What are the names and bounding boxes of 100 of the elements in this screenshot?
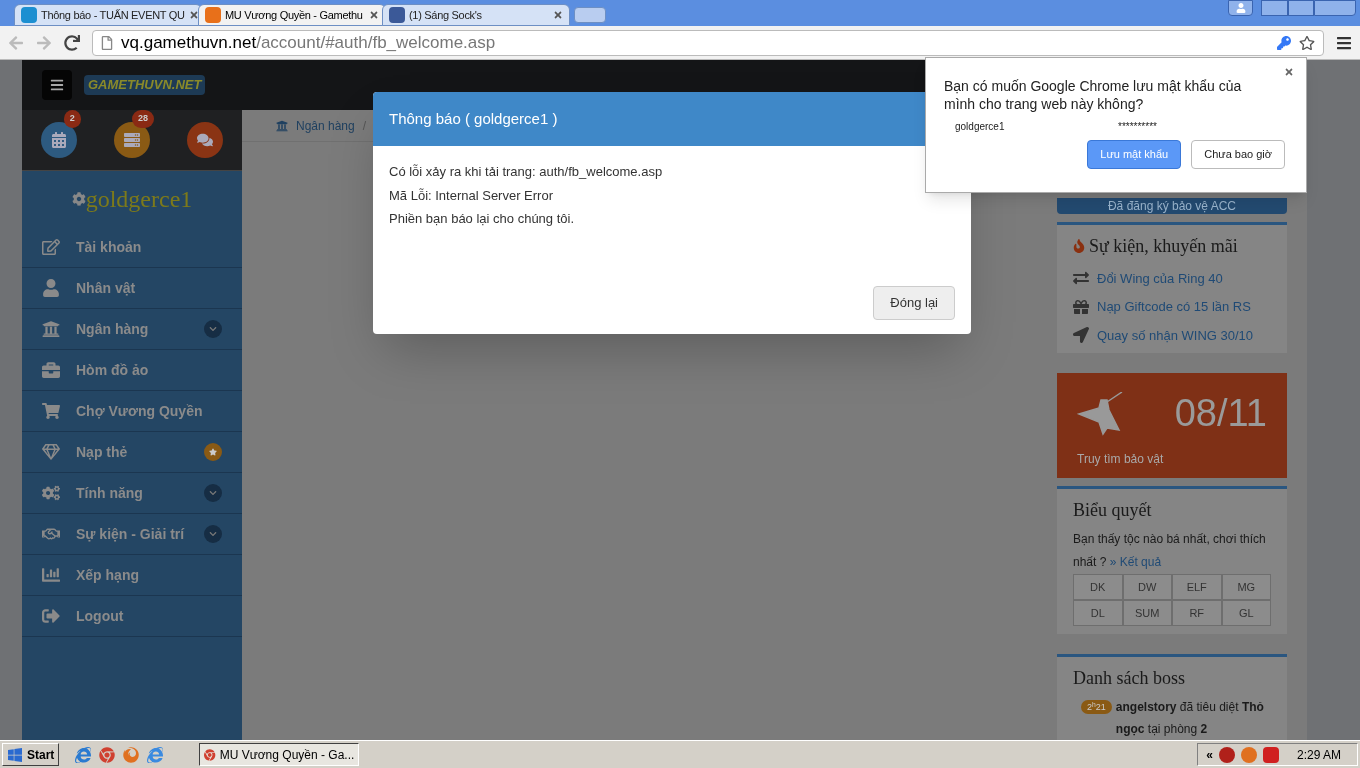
tray-app-icon[interactable] — [1262, 746, 1279, 763]
breadcrumb-separator: / — [362, 117, 367, 135]
protect-banner[interactable]: Đã đăng ký bảo vệ ACC — [1057, 198, 1287, 214]
address-bar[interactable]: vq.gamethuvn.net/account/#auth/fb_welcome.asp — [92, 29, 1324, 56]
event-link[interactable]: Đổi Wing của Ring 40 — [1097, 268, 1223, 288]
send-arrow-icon — [1073, 327, 1089, 344]
username: goldgerce1 — [85, 185, 193, 214]
bank-icon — [276, 119, 288, 132]
treasure-card[interactable]: 08/11 Truy tìm bảo vật — [1057, 373, 1287, 478]
user-icon — [42, 279, 60, 297]
briefcase-icon — [42, 361, 60, 379]
menu-icon[interactable] — [1336, 34, 1352, 51]
chevron-down-icon — [209, 489, 217, 497]
url-text: vq.gamethuvn.net/account/#auth/fb_welcome.asp — [121, 31, 496, 54]
sidebar-item[interactable]: Ngân hàng — [22, 309, 242, 350]
restore-button[interactable] — [1288, 0, 1314, 16]
panel-title: Biểu quyết — [1073, 499, 1153, 522]
sidebar-item[interactable]: Hòm đồ ảo — [22, 350, 242, 391]
vote-option[interactable]: RF — [1172, 600, 1222, 626]
vote-option[interactable]: GL — [1221, 600, 1271, 626]
panel-title: Danh sách boss — [1073, 667, 1186, 690]
site-icon — [205, 7, 221, 23]
panel-title: Sự kiện, khuyến mãi — [1089, 234, 1238, 258]
gear-icon — [71, 192, 86, 206]
fire-icon — [1073, 239, 1085, 253]
vote-question: Bạn thấy tộc nào bá nhất, chơi thích nhất ? » Kết quả — [1073, 531, 1267, 571]
saved-password: ********** — [1118, 120, 1157, 134]
browser-tab[interactable]: (1) Sáng Sock's — [382, 4, 570, 26]
list-icon — [124, 132, 140, 148]
chevron-down-icon — [209, 325, 217, 333]
browser-icon[interactable] — [75, 746, 92, 763]
vote-option[interactable]: DL — [1073, 600, 1123, 626]
minimize-button[interactable] — [1261, 0, 1288, 16]
bookmark-star-icon[interactable] — [1299, 34, 1315, 51]
shortcut-button[interactable] — [114, 122, 150, 158]
calendar-icon — [50, 132, 67, 148]
start-button[interactable]: Start — [2, 743, 60, 766]
tray-expand-button[interactable]: « — [1206, 745, 1213, 764]
profile-button[interactable] — [1228, 0, 1253, 16]
sidebar-item[interactable]: Tính năng — [22, 473, 242, 514]
windows-flag-icon — [7, 746, 23, 763]
time-badge: 2$^{h}$21 — [1081, 700, 1112, 714]
chat-icon — [197, 132, 214, 148]
close-icon[interactable] — [188, 10, 199, 20]
boss-kill-text: angelstory đã tiêu diệt Thỏ ngọc tại phòng 2 — [1115, 699, 1265, 738]
clock: 2:29 AM — [1296, 746, 1341, 764]
saved-username: goldgerce1 — [955, 120, 1006, 134]
count-badge: 28 — [131, 110, 154, 128]
treasure-label: Truy tìm bảo vật — [1077, 451, 1165, 468]
vote-option[interactable]: SUM — [1122, 600, 1172, 626]
treasure-date: 08/11 — [1174, 391, 1267, 436]
sidebar-item[interactable]: Sự kiện - Giải trí — [22, 514, 242, 555]
menu-icon — [50, 78, 64, 92]
vote-option[interactable]: MG — [1221, 574, 1271, 600]
error-message: Có lỗi xảy ra khi tải trang: auth/fb_welcome.asp — [389, 163, 664, 181]
tab-title: (1) Sáng Sock's — [409, 7, 483, 23]
browser-tab[interactable]: MU Vương Quyền - Gamethu — [198, 4, 386, 26]
vote-option[interactable]: ELF — [1172, 574, 1222, 600]
error-message: Mã Lỗi: Internal Server Error — [389, 186, 554, 205]
event-link[interactable]: Nạp Giftcode có 15 lần RS — [1097, 297, 1251, 317]
tab-title: MU Vương Quyền - Gamethu — [225, 7, 364, 23]
close-icon[interactable] — [553, 10, 563, 20]
reload-icon[interactable] — [64, 34, 80, 51]
chevron-down-icon — [209, 530, 217, 538]
close-button[interactable] — [1314, 0, 1356, 16]
browser-icon[interactable] — [99, 746, 116, 763]
bank-icon — [42, 320, 60, 338]
sidebar-item[interactable]: Chợ Vương Quyền — [22, 391, 242, 432]
cart-icon — [42, 402, 60, 420]
taskbar-task[interactable]: MU Vương Quyền - Ga... — [199, 743, 360, 766]
page-icon — [101, 35, 113, 50]
close-icon[interactable] — [369, 10, 379, 20]
error-message: Phiền bạn báo lại cho chúng tôi. — [389, 210, 576, 228]
result-link[interactable]: » Kết quả — [1109, 555, 1162, 569]
save-password-question: Bạn có muốn Google Chrome lưu mật khẩu của mình cho trang web này không? — [944, 77, 1243, 113]
count-badge: 2 — [63, 110, 81, 128]
browser-icon[interactable] — [147, 746, 164, 763]
bar-chart-icon — [42, 566, 60, 584]
event-link[interactable]: Quay số nhận WING 30/10 — [1097, 325, 1254, 345]
vote-option[interactable]: DK — [1073, 574, 1123, 600]
close-dialog-button[interactable]: Đóng lại — [873, 286, 955, 320]
key-icon[interactable] — [1277, 34, 1291, 51]
browser-tab[interactable]: Thông báo - TUẤN EVENT QU — [14, 4, 202, 26]
sidebar-item[interactable]: Nhân vật — [22, 268, 242, 309]
close-icon[interactable] — [1284, 67, 1294, 77]
star-icon — [209, 448, 217, 456]
swap-arrows-icon — [1073, 270, 1089, 287]
shortcut-button[interactable] — [187, 122, 224, 158]
user-icon — [1235, 3, 1246, 13]
vote-option[interactable]: DW — [1122, 574, 1172, 600]
shortcut-button[interactable] — [40, 122, 77, 158]
sidebar-item[interactable]: Nạp thẻ — [22, 432, 242, 473]
breadcrumb-link[interactable]: Ngân hàng — [296, 116, 355, 135]
tray-app-icon[interactable] — [1218, 746, 1235, 763]
tab-title: Thông báo - TUẤN EVENT QU — [41, 7, 185, 23]
save-password-button[interactable]: Lưu mật khẩu — [1087, 140, 1182, 169]
never-button[interactable]: Chưa bao giờ — [1191, 140, 1285, 169]
gem-icon — [42, 443, 60, 461]
menu-button[interactable] — [42, 70, 72, 100]
site-logo[interactable]: GAMETHUVN.NET — [84, 75, 206, 95]
